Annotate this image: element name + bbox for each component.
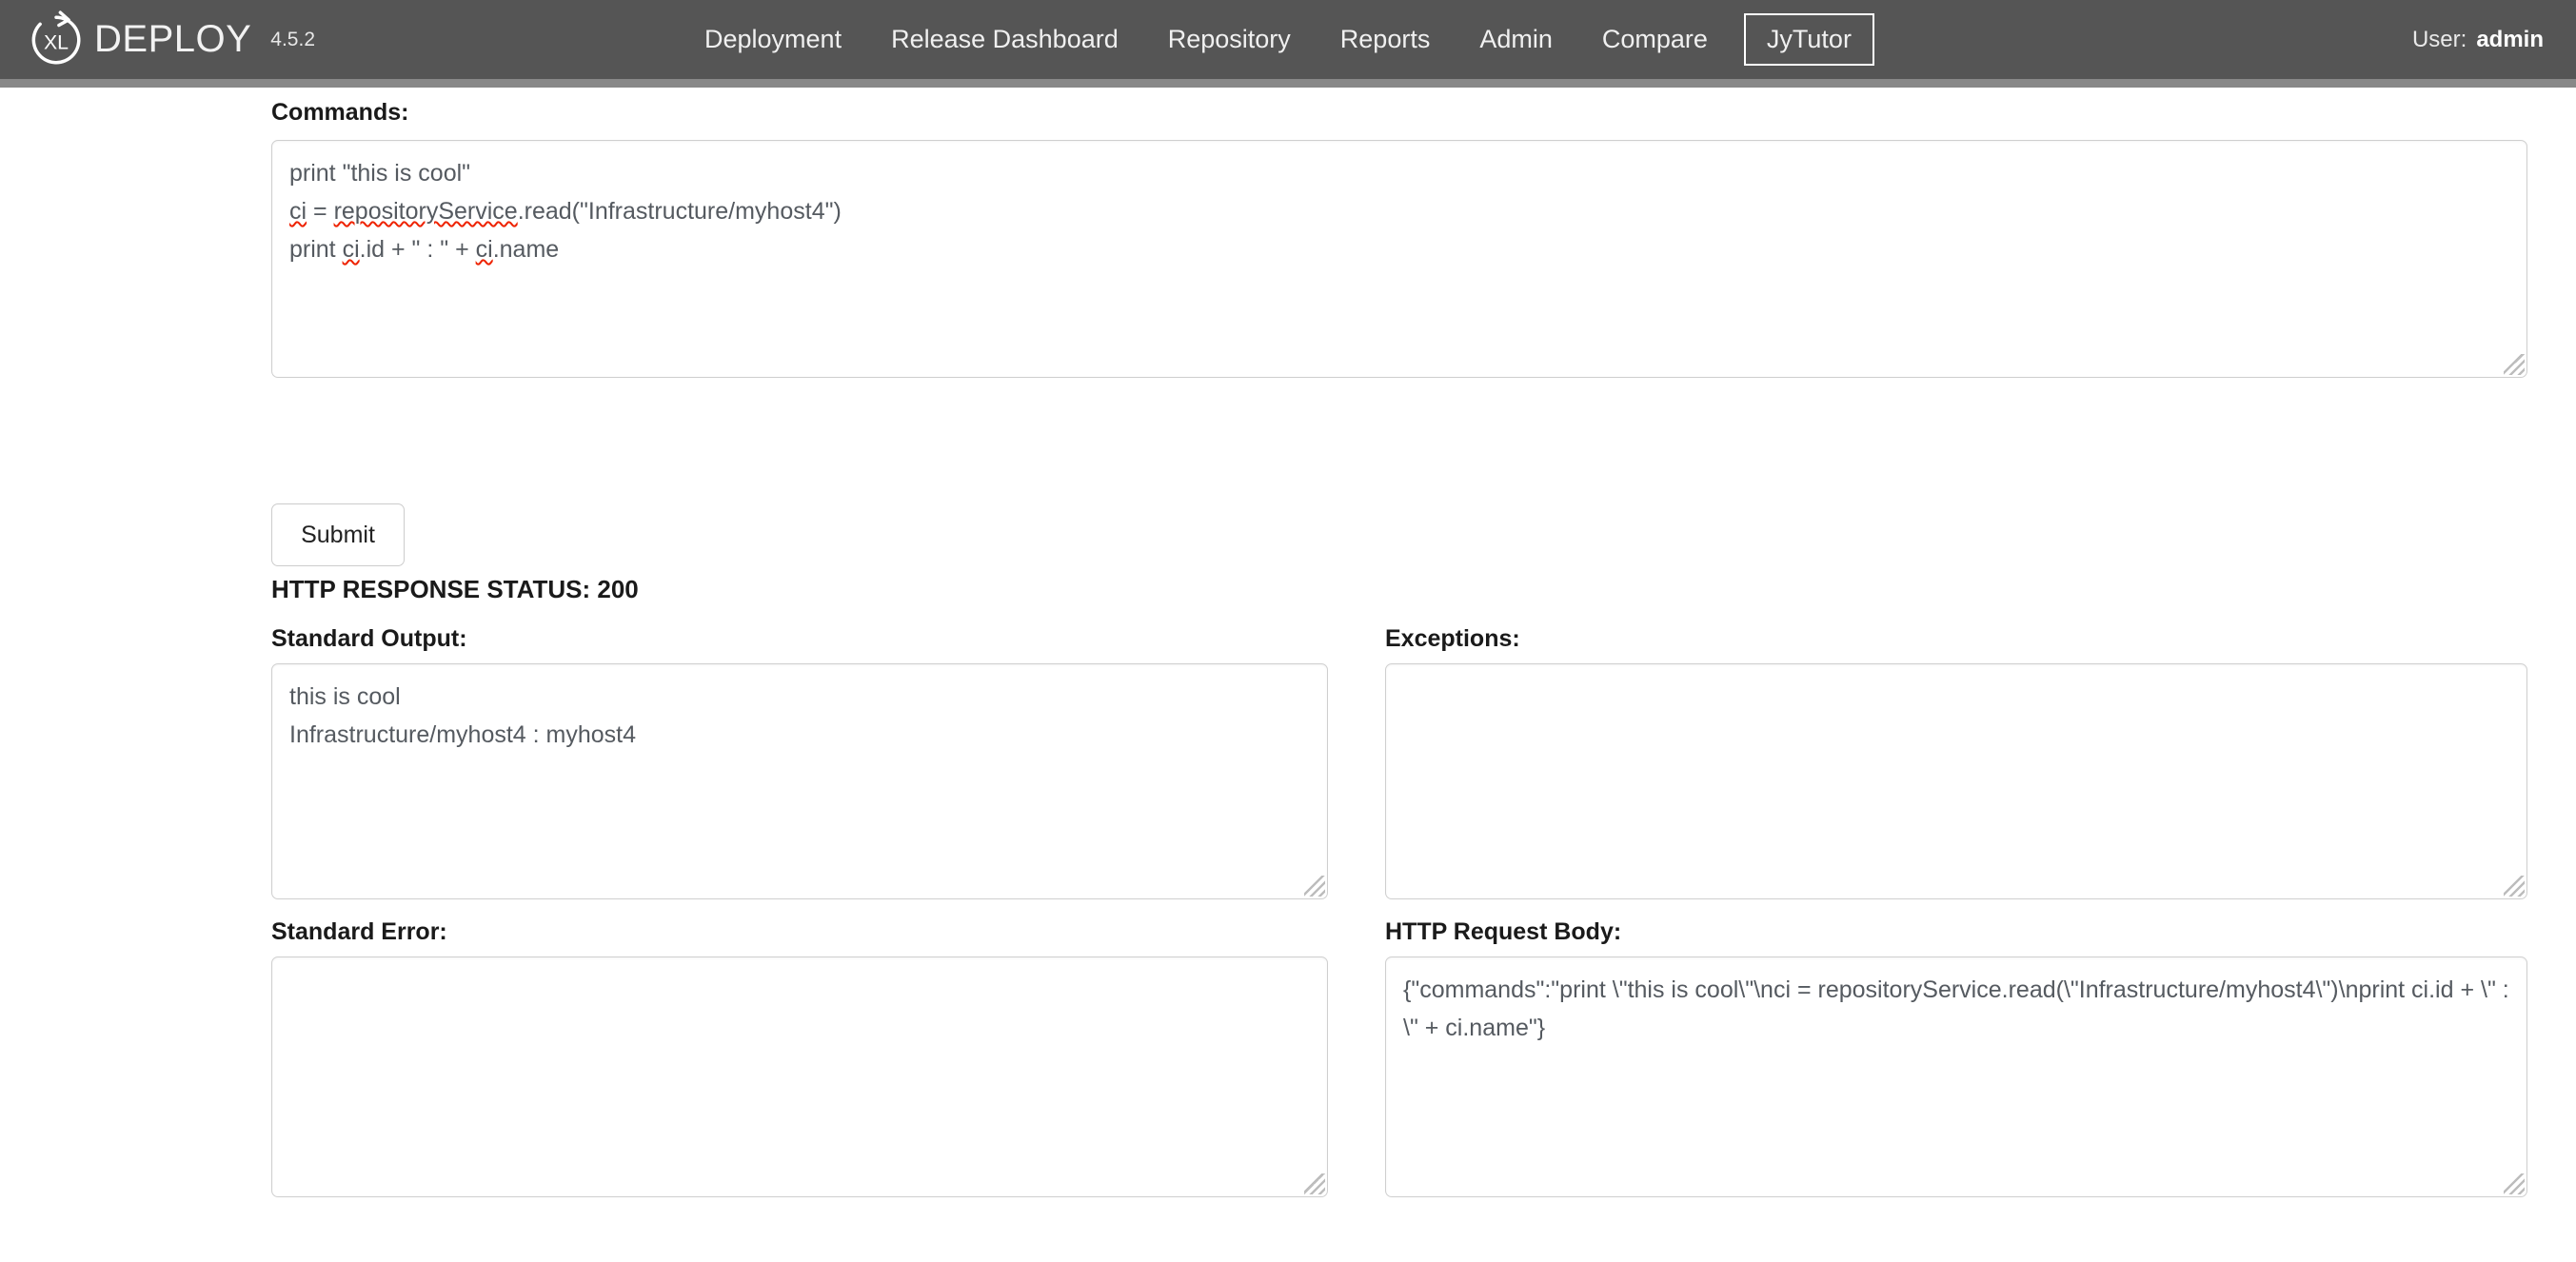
standard-error-field[interactable]: [271, 956, 1328, 1197]
xl-deploy-logo-icon: XL: [31, 10, 81, 64]
commands-resize-handle[interactable]: [2504, 354, 2525, 375]
brand-name: DEPLOY: [94, 18, 252, 60]
user-info: User: admin: [2412, 0, 2544, 79]
commands-label: Commands:: [271, 99, 409, 126]
main-content: Commands: print "this is cool" ci = repo…: [0, 88, 2576, 1262]
commands-line-3-ci2: ci: [475, 236, 493, 263]
top-navigation-bar: XL DEPLOY 4.5.2 Deployment Release Dashb…: [0, 0, 2576, 79]
standard-error-resize-handle[interactable]: [1304, 1173, 1325, 1194]
user-label: User:: [2411, 26, 2467, 52]
nav-item-admin[interactable]: Admin: [1455, 0, 1577, 79]
nav-item-compare[interactable]: Compare: [1577, 0, 1733, 79]
main-nav: Deployment Release Dashboard Repository …: [680, 0, 1874, 79]
user-name: admin: [2476, 26, 2544, 52]
standard-output-value: this is cool Infrastructure/myhost4 : my…: [289, 683, 637, 748]
exceptions-label: Exceptions:: [1385, 625, 1520, 652]
commands-line-3-name: .name: [492, 236, 560, 263]
nav-item-release-dashboard[interactable]: Release Dashboard: [866, 0, 1143, 79]
commands-line-2-ci: ci: [289, 198, 307, 225]
app-version: 4.5.2: [270, 28, 316, 50]
commands-line-3-mid: .id + " : " +: [359, 236, 476, 263]
standard-output-field[interactable]: this is cool Infrastructure/myhost4 : my…: [271, 663, 1328, 899]
svg-text:XL: XL: [44, 30, 69, 53]
standard-output-resize-handle[interactable]: [1304, 876, 1325, 897]
http-request-body-resize-handle[interactable]: [2504, 1173, 2525, 1194]
nav-item-repository[interactable]: Repository: [1143, 0, 1316, 79]
http-response-status: HTTP RESPONSE STATUS: 200: [271, 575, 639, 603]
http-request-body-label: HTTP Request Body:: [1385, 918, 1622, 945]
nav-item-reports[interactable]: Reports: [1316, 0, 1456, 79]
header-underline-strip: [0, 79, 2576, 88]
commands-line-2-call: .read("Infrastructure/myhost4"): [517, 198, 842, 225]
commands-line-3-ci1: ci: [342, 236, 360, 263]
commands-input[interactable]: print "this is cool" ci = repositoryServ…: [271, 140, 2527, 378]
commands-line-1: print "this is cool": [289, 160, 471, 187]
exceptions-field[interactable]: [1385, 663, 2527, 899]
commands-line-3-print: print: [289, 236, 343, 263]
standard-output-label: Standard Output:: [271, 625, 467, 652]
submit-button[interactable]: Submit: [271, 503, 405, 566]
brand[interactable]: XL DEPLOY 4.5.2: [27, 0, 315, 79]
commands-line-2-service: repositoryService: [333, 198, 518, 225]
standard-error-label: Standard Error:: [271, 918, 447, 945]
http-request-body-value: {"commands":"print \"this is cool\"\nci …: [1403, 976, 2516, 1041]
nav-item-deployment[interactable]: Deployment: [680, 0, 866, 79]
commands-line-2-eq: =: [307, 198, 334, 225]
exceptions-resize-handle[interactable]: [2504, 876, 2525, 897]
nav-item-jytutor[interactable]: JyTutor: [1743, 13, 1874, 66]
http-request-body-field[interactable]: {"commands":"print \"this is cool\"\nci …: [1385, 956, 2527, 1197]
